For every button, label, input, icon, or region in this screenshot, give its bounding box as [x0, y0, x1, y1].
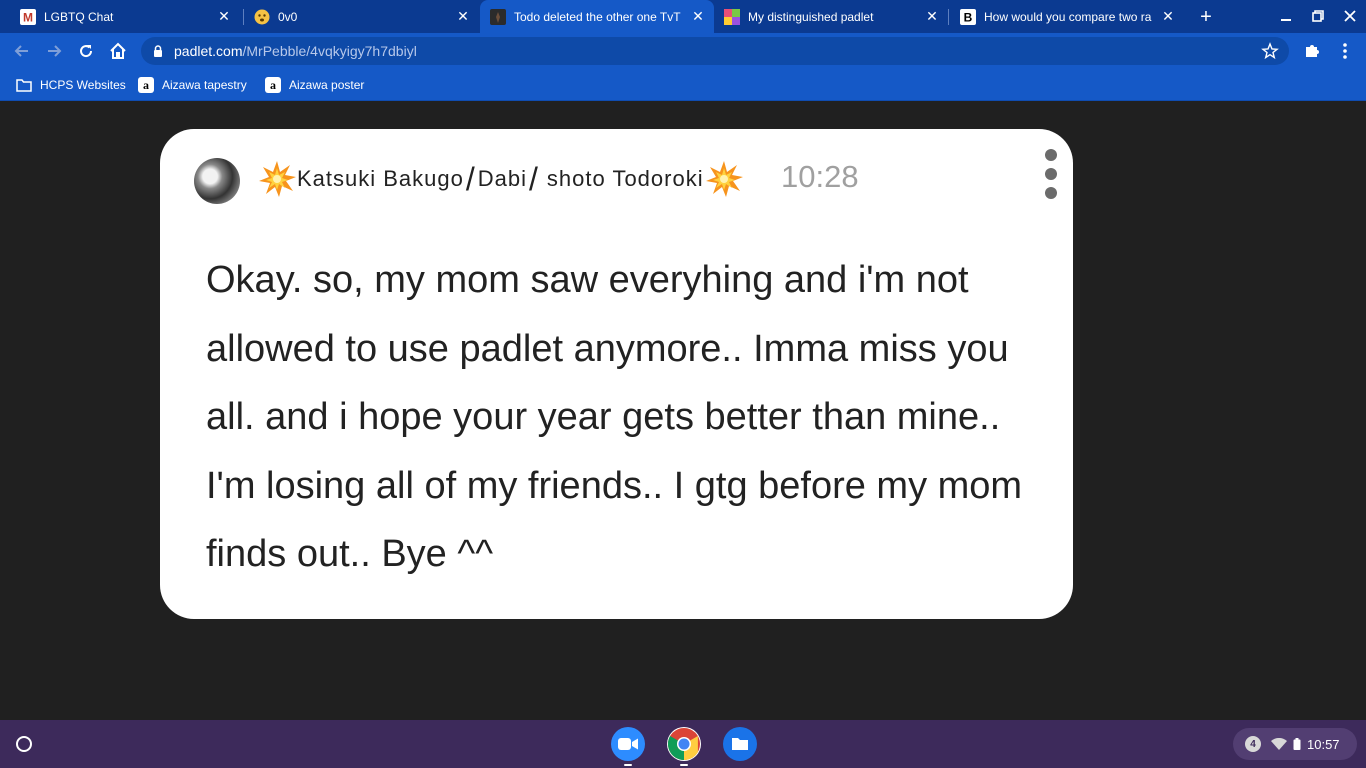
author-separator: /: [529, 160, 539, 197]
avatar[interactable]: [194, 158, 240, 204]
bookmarks-bar: HCPS Websites a Aizawa tapestry a Aizawa…: [0, 69, 1366, 101]
post-body: Okay. so, my mom saw everyhing and i'm n…: [206, 259, 1023, 575]
tab-title: How would you compare two ra: [984, 9, 1152, 24]
back-button[interactable]: [10, 39, 34, 63]
author-name-part: Dabi: [477, 166, 528, 191]
bookmark-hcps-websites[interactable]: HCPS Websites: [16, 76, 126, 94]
close-window-button[interactable]: [1334, 4, 1366, 28]
m-logo-icon: M: [20, 8, 36, 25]
forward-arrow-icon: [48, 45, 62, 57]
author-separator: /: [465, 160, 476, 197]
launcher-button[interactable]: [12, 732, 36, 756]
files-icon: [732, 738, 748, 750]
tab-compare-two[interactable]: B How would you compare two ra ✕: [950, 0, 1184, 33]
notification-count-badge[interactable]: 4: [1245, 736, 1261, 752]
tab-0v0[interactable]: 0v0 ✕: [244, 0, 479, 33]
url-host: padlet.com: [174, 43, 243, 59]
running-indicator: [624, 764, 632, 766]
collision-emoji-icon: [259, 161, 296, 197]
zoom-app-button[interactable]: [611, 727, 645, 761]
tab-title: My distinguished padlet: [748, 9, 874, 24]
home-icon: [110, 42, 126, 59]
browser-menu-button[interactable]: [1333, 39, 1357, 63]
url-path: /MrPebble/4vqkyigy7h7dbiyl: [242, 43, 417, 59]
padlet-dark-icon: [490, 8, 506, 25]
home-button[interactable]: [106, 39, 130, 63]
tab-title: 0v0: [278, 9, 298, 24]
padlet-page: Katsuki Bakugo / Dabi / shoto Todoroki 1…: [0, 102, 1366, 720]
chrome-icon: [667, 728, 700, 761]
tab-todo-deleted[interactable]: Todo deleted the other one TvT ✕: [480, 0, 714, 33]
os-shelf: 4 10:57: [0, 720, 1366, 768]
bookmark-label: HCPS Websites: [40, 78, 126, 92]
browser-toolbar: padlet.com/MrPebble/4vqkyigy7h7dbiyl: [0, 33, 1366, 69]
lock-icon[interactable]: [152, 45, 164, 57]
close-tab-icon[interactable]: ✕: [453, 7, 473, 27]
reload-button[interactable]: [74, 39, 98, 63]
amazon-icon: a: [138, 77, 154, 93]
tab-my-distinguished-padlet[interactable]: My distinguished padlet ✕: [714, 0, 948, 33]
tab-strip: M LGBTQ Chat ✕ 0v0 ✕ Todo deleted the ot…: [0, 0, 1366, 33]
back-arrow-icon: [14, 45, 28, 57]
close-tab-icon[interactable]: ✕: [214, 7, 234, 27]
vertical-dots-icon: [1343, 43, 1347, 59]
dot: [1045, 149, 1057, 161]
url-text: padlet.com/MrPebble/4vqkyigy7h7dbiyl: [174, 43, 417, 59]
post-card[interactable]: Katsuki Bakugo / Dabi / shoto Todoroki 1…: [160, 129, 1073, 619]
new-tab-button[interactable]: +: [1194, 5, 1218, 29]
running-indicator: [680, 764, 688, 766]
puzzle-piece-icon: [1306, 45, 1319, 57]
author-name-part: shoto Todoroki: [546, 166, 704, 191]
amazon-icon: a: [265, 77, 281, 93]
post-menu-button[interactable]: [1043, 149, 1059, 199]
bookmark-aizawa-tapestry[interactable]: a Aizawa tapestry: [138, 76, 247, 94]
launcher-circle-icon: [16, 736, 32, 752]
battery-icon: [1293, 738, 1301, 750]
chrome-app-button[interactable]: [667, 727, 701, 761]
minimize-button[interactable]: [1270, 4, 1302, 28]
wifi-icon: [1271, 738, 1287, 750]
files-app-button[interactable]: [723, 727, 757, 761]
folder-icon: [16, 77, 32, 93]
close-tab-icon[interactable]: ✕: [922, 7, 942, 27]
bookmark-label: Aizawa tapestry: [162, 78, 247, 92]
restore-button[interactable]: [1302, 4, 1334, 28]
address-bar[interactable]: padlet.com/MrPebble/4vqkyigy7h7dbiyl: [141, 37, 1289, 65]
extensions-button[interactable]: [1300, 39, 1324, 63]
close-tab-icon[interactable]: ✕: [688, 7, 708, 27]
dot: [1045, 187, 1057, 199]
bookmark-label: Aizawa poster: [289, 78, 365, 92]
padlet-color-icon: [724, 8, 740, 25]
svg-text:M: M: [23, 10, 33, 24]
b-logo-icon: B: [960, 8, 976, 25]
tab-title: Todo deleted the other one TvT: [514, 9, 681, 24]
tab-separator: [948, 9, 949, 25]
tab-title: LGBTQ Chat: [44, 9, 114, 24]
svg-text:B: B: [964, 10, 973, 24]
dot: [1045, 168, 1057, 180]
post-timestamp: 10:28: [781, 159, 859, 194]
author-name-part: Katsuki Bakugo: [297, 166, 464, 191]
collision-emoji-icon: [705, 161, 743, 197]
bookmark-star-icon[interactable]: [1261, 42, 1279, 60]
clock: 10:57: [1307, 736, 1340, 752]
tab-lgbtq-chat[interactable]: M LGBTQ Chat ✕: [0, 0, 240, 33]
emoji-face-icon: [254, 9, 270, 25]
forward-button[interactable]: [42, 39, 66, 63]
post-author: Katsuki Bakugo / Dabi / shoto Todoroki: [257, 157, 744, 201]
bookmark-aizawa-poster[interactable]: a Aizawa poster: [265, 76, 364, 94]
zoom-icon: [618, 738, 638, 750]
status-tray[interactable]: 4 10:57: [1233, 728, 1357, 760]
reload-icon: [80, 45, 93, 58]
close-tab-icon[interactable]: ✕: [1158, 7, 1178, 27]
